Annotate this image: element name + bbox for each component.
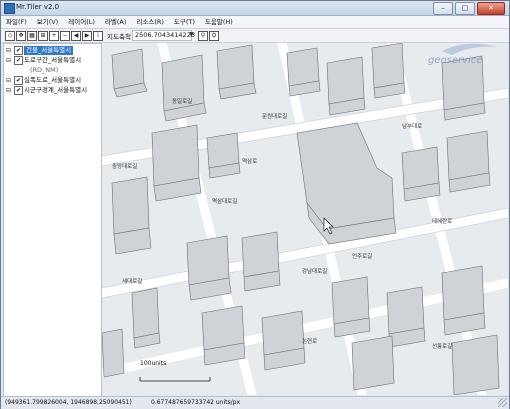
extent-tool-icon[interactable]: ⊞ xyxy=(38,31,48,41)
menu-help[interactable]: 도움말(H) xyxy=(200,16,238,28)
scale-input[interactable]: 2506.7043414223 xyxy=(132,30,195,41)
layer-label: (RD_NM) xyxy=(30,66,59,74)
maximize-button[interactable]: □ xyxy=(455,2,475,15)
road-label: 문원대로길 xyxy=(262,112,287,120)
road-label: 남부대로 xyxy=(402,122,422,130)
pan-tool-icon[interactable]: ✥ xyxy=(16,31,26,41)
zoom-in-icon[interactable]: + xyxy=(49,31,59,41)
title-bar[interactable]: Mr.Tiler v2.0 – □ ✕ xyxy=(1,1,509,16)
road-label: 역삼로 xyxy=(242,157,257,165)
status-resolution: 0.677487659733742 units/px xyxy=(151,399,241,406)
resize-grip-icon[interactable] xyxy=(498,398,507,407)
close-button[interactable]: ✕ xyxy=(477,2,505,15)
road-label: 논현로 xyxy=(302,337,317,345)
road-label: 언주로길 xyxy=(352,252,372,260)
menu-resource[interactable]: 리소스(R) xyxy=(131,16,169,28)
scalebar-label: 100units xyxy=(140,360,166,367)
grid-tool-icon[interactable]: ▦ xyxy=(27,31,37,41)
previous-view-icon[interactable]: ◀ xyxy=(71,31,81,41)
layer-label: 시군구경계_서울특별시 xyxy=(24,86,88,94)
collapse-icon[interactable]: ⊟ xyxy=(6,46,11,55)
scale-label: 지도축척 xyxy=(107,33,131,41)
layer-item[interactable]: (RD_NM) xyxy=(6,66,99,75)
road-label: 선릉로길 xyxy=(432,342,452,350)
layer-item[interactable]: ⊟ ✔ 건물_서울특별시 xyxy=(6,46,99,55)
menu-layer[interactable]: 레이어(L) xyxy=(63,16,100,28)
layer-checkbox[interactable]: ✔ xyxy=(14,76,23,85)
road-label: 강남대로길 xyxy=(302,267,327,275)
road-label: 동일로길 xyxy=(172,97,192,105)
measure-tool-icon[interactable]: ⚲ xyxy=(198,31,208,41)
collapse-icon[interactable]: ⊟ xyxy=(6,86,11,95)
menu-file[interactable]: 파일(F) xyxy=(1,16,32,28)
layer-label: 건물_서울특별시 xyxy=(24,46,74,55)
app-window: Mr.Tiler v2.0 – □ ✕ 파일(F) 보기(V) 레이어(L) 라… xyxy=(0,0,510,409)
zoom-out-icon[interactable]: − xyxy=(60,31,70,41)
next-view-icon[interactable]: ▶ xyxy=(82,31,92,41)
select-tool-icon[interactable]: ◇ xyxy=(5,31,15,41)
watermark-text: geoservice xyxy=(428,55,482,66)
menu-bar: 파일(F) 보기(V) 레이어(L) 라벨(A) 리소스(R) 도구(T) 도움… xyxy=(1,16,509,29)
road-label: 테헤란로 xyxy=(432,217,452,225)
window-title: Mr.Tiler v2.0 xyxy=(16,3,60,11)
road-label: 세대로길 xyxy=(122,277,142,285)
status-bar: (949361.799826004, 1946898.25090451) 0.6… xyxy=(1,396,509,409)
layer-item[interactable]: ⊟ ✔ 시군구경계_서울특별시 xyxy=(6,86,99,95)
layer-label: 실폭도로_서울특별시 xyxy=(24,76,82,84)
minimize-button[interactable]: – xyxy=(433,2,453,15)
road-label: 중앙대로길 xyxy=(112,162,137,170)
collapse-icon[interactable]: ⊟ xyxy=(6,56,11,65)
layer-checkbox[interactable]: ✔ xyxy=(14,56,23,65)
layer-item[interactable]: ⊟ ✔ 실폭도로_서울특별시 xyxy=(6,76,99,85)
status-coordinates: (949361.799826004, 1946898.25090451) xyxy=(5,399,132,406)
layer-label: 도로구간_서울특별시 xyxy=(24,56,82,64)
map-canvas[interactable]: 중앙대로길 동일로길 문원대로길 남부대로 세대로길 역삼대로길 강남대로길 테… xyxy=(102,43,508,395)
layer-item[interactable]: ⊟ ✔ 도로구간_서울특별시 xyxy=(6,56,99,65)
road-label: 역삼대로길 xyxy=(212,197,237,205)
collapse-icon[interactable]: ⊟ xyxy=(6,76,11,85)
menu-view[interactable]: 보기(V) xyxy=(32,16,63,28)
layer-panel: ⊟ ✔ 건물_서울특별시 ⊟ ✔ 도로구간_서울특별시 (RD_NM) ⊟ ✔ … xyxy=(3,43,102,397)
toolbar: ◇ ✥ ▦ ⊞ + − ◀ ▶ i 지도축척 2506.7043414223 ▼… xyxy=(1,29,509,43)
layer-checkbox[interactable]: ✔ xyxy=(14,86,23,95)
layer-checkbox[interactable]: ✔ xyxy=(14,46,23,55)
info-tool-icon[interactable]: i xyxy=(93,31,103,41)
menu-tools[interactable]: 도구(T) xyxy=(169,16,200,28)
app-icon xyxy=(4,3,15,14)
menu-label[interactable]: 라벨(A) xyxy=(100,16,131,28)
chevron-down-icon[interactable]: ▼ xyxy=(189,31,194,38)
settings-tool-icon[interactable]: ⛭ xyxy=(209,31,219,41)
